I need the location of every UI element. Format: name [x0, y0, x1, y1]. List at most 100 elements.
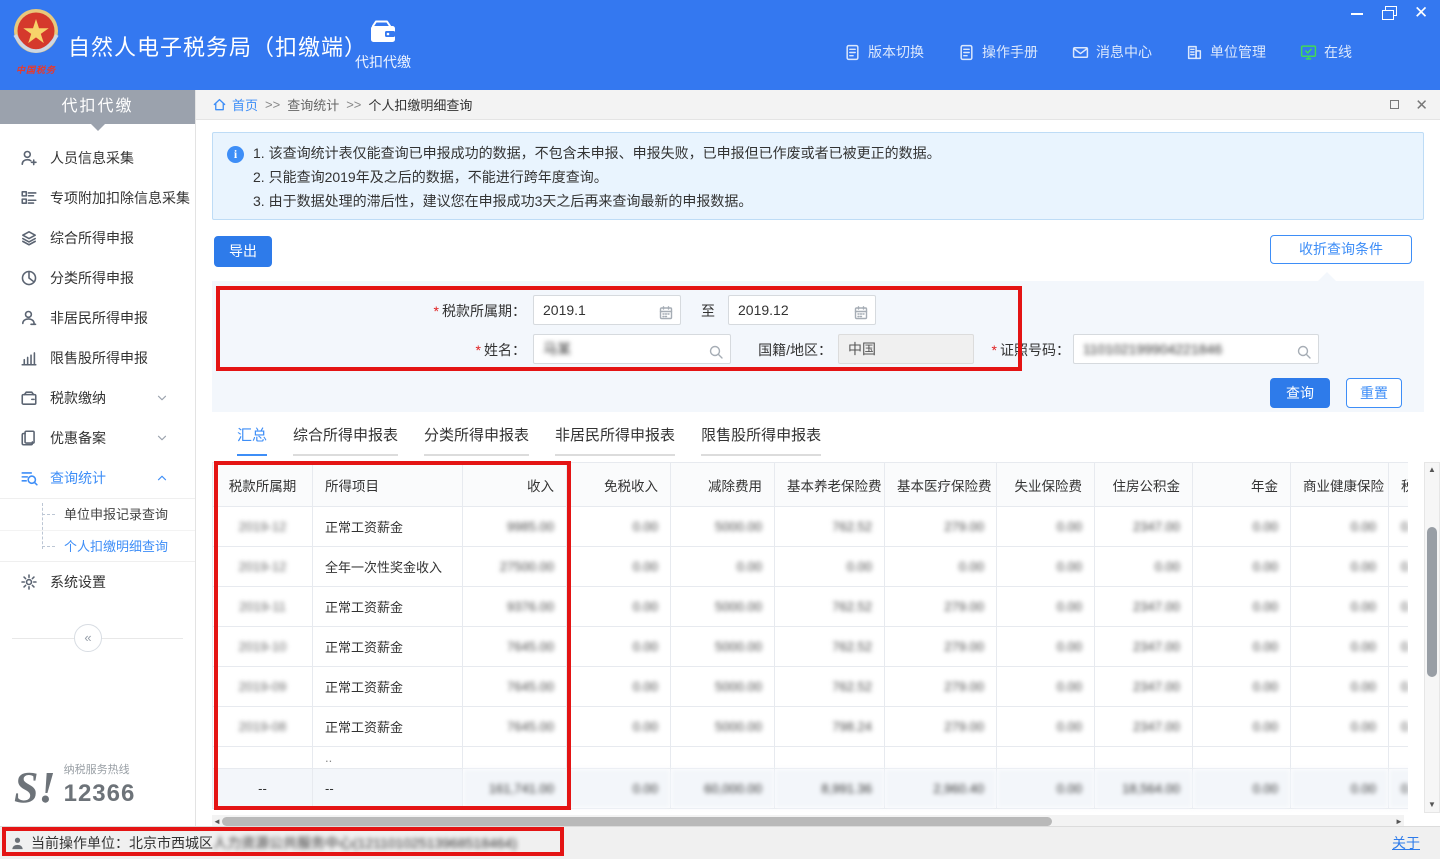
cell-value: 0.00: [1291, 587, 1389, 627]
table-summary-row[interactable]: ----161,741.000.0060,000.008,991.362,960…: [213, 769, 1409, 809]
table-row[interactable]: 2019-08正常工资薪金7645.000.005000.00798.24279…: [213, 707, 1409, 747]
panel-maximize-icon[interactable]: [1390, 100, 1399, 109]
scroll-down-icon[interactable]: ▼: [1425, 798, 1439, 812]
chevron-up-icon: [155, 471, 169, 485]
header-nav-单位管理[interactable]: 单位管理: [1186, 42, 1266, 62]
close-icon[interactable]: ✕: [1414, 6, 1428, 20]
cell-value: 0.00: [1291, 547, 1389, 587]
cell-value: [1291, 747, 1389, 769]
sidebar-item-label: 分类所得申报: [50, 268, 181, 288]
sidebar-item-分类所得申报[interactable]: 分类所得申报: [0, 258, 195, 298]
tab-非居民所得申报表[interactable]: 非居民所得申报表: [555, 424, 675, 456]
monitor-icon: [1300, 44, 1317, 61]
sidebar-item-税款缴纳[interactable]: 税款缴纳: [0, 378, 195, 418]
cell-value: 279.00: [885, 587, 997, 627]
result-tabs: 汇总综合所得申报表分类所得申报表非居民所得申报表限售股所得申报表: [212, 424, 821, 456]
table-row[interactable]: 2019-12全年一次性奖金收入27500.000.000.000.000.00…: [213, 547, 1409, 587]
result-table-wrap: 税款所属期所得项目收入免税收入减除费用基本养老保险费基本医疗保险费失业保险费住房…: [212, 462, 1408, 813]
nav-label: 单位管理: [1210, 42, 1266, 62]
window-controls: ✕: [1350, 6, 1428, 20]
sidebar-item-限售股所得申报[interactable]: 限售股所得申报: [0, 338, 195, 378]
sidebar-item-专项附加扣除信息采集[interactable]: 专项附加扣除信息采集: [0, 178, 195, 218]
name-input[interactable]: 马某: [533, 334, 731, 364]
sidebar-item-label: 专项附加扣除信息采集: [50, 188, 190, 208]
period-from-input[interactable]: 2019.1: [533, 295, 681, 325]
cell-value: 2347.00: [1095, 667, 1193, 707]
cell-value: 0.: [1389, 507, 1409, 547]
sidebar-subitem-单位申报记录查询[interactable]: 单位申报记录查询: [0, 499, 195, 530]
gear-icon: [20, 573, 38, 591]
search-icon[interactable]: [708, 341, 724, 357]
module-tab-daikoudaijiao[interactable]: 代扣代缴: [348, 18, 418, 72]
table-row[interactable]: 2019-11正常工资薪金9376.000.005000.00762.52279…: [213, 587, 1409, 627]
vertical-scroll-thumb[interactable]: [1427, 527, 1437, 677]
query-button[interactable]: 查询: [1270, 378, 1330, 408]
tab-综合所得申报表[interactable]: 综合所得申报表: [293, 424, 398, 456]
panel-close-icon[interactable]: ✕: [1415, 96, 1428, 114]
header-nav-消息中心[interactable]: 消息中心: [1072, 42, 1152, 62]
id-number-input[interactable]: 110102199904221846: [1073, 334, 1319, 364]
header-nav-版本切换[interactable]: 版本切换: [844, 42, 924, 62]
cell-value: 0.00: [567, 769, 671, 809]
table-row[interactable]: 2019-09正常工资薪金7645.000.005000.00762.52279…: [213, 667, 1409, 707]
vertical-scrollbar[interactable]: ▲ ▼: [1424, 462, 1440, 813]
column-header-商业健康保险: 商业健康保险: [1291, 463, 1389, 507]
sidebar-subitem-个人扣缴明细查询[interactable]: 个人扣缴明细查询: [0, 530, 195, 561]
sidebar-item-label: 系统设置: [50, 572, 181, 592]
sidebar-item-人员信息采集[interactable]: 人员信息采集: [0, 138, 195, 178]
cell-period: 2019-12: [213, 507, 313, 547]
cell-value: 0.00: [1291, 627, 1389, 667]
sidebar-item-查询统计[interactable]: 查询统计: [0, 458, 195, 498]
cell-period: 2019-11: [213, 587, 313, 627]
table-row[interactable]: 2019-10正常工资薪金7645.000.005000.00762.52279…: [213, 627, 1409, 667]
export-button[interactable]: 导出: [214, 236, 272, 267]
header-nav-在线[interactable]: 在线: [1300, 42, 1352, 62]
sidebar-item-settings[interactable]: 系统设置: [0, 562, 195, 602]
cell-income-item: 正常工资薪金: [313, 707, 463, 747]
table-header-row: 税款所属期所得项目收入免税收入减除费用基本养老保险费基本医疗保险费失业保险费住房…: [213, 463, 1409, 507]
reset-button[interactable]: 重置: [1346, 378, 1402, 408]
cell-value: [567, 747, 671, 769]
breadcrumb-home[interactable]: 首页: [232, 95, 258, 114]
column-header-住房公积金: 住房公积金: [1095, 463, 1193, 507]
breadcrumb-level1[interactable]: 查询统计: [287, 95, 339, 114]
cell-value: 0.: [1389, 707, 1409, 747]
tab-汇总[interactable]: 汇总: [237, 424, 267, 456]
cell-value: 0.00: [1291, 769, 1389, 809]
calendar-icon[interactable]: [853, 302, 869, 318]
cell-value: 0.00: [997, 707, 1095, 747]
cell-value: 0.: [1389, 667, 1409, 707]
table-row[interactable]: 2019-12正常工资薪金9985.000.005000.00762.52279…: [213, 507, 1409, 547]
about-link[interactable]: 关于: [1392, 833, 1420, 853]
tab-分类所得申报表[interactable]: 分类所得申报表: [424, 424, 529, 456]
operating-unit-label: 当前操作单位：: [31, 833, 129, 853]
cell-income-item: 正常工资薪金: [313, 667, 463, 707]
collapse-query-button[interactable]: 收折查询条件: [1270, 235, 1412, 264]
scroll-up-icon[interactable]: ▲: [1425, 463, 1439, 477]
sidebar-item-非居民所得申报[interactable]: 非居民所得申报: [0, 298, 195, 338]
search-icon[interactable]: [1296, 341, 1312, 357]
sidebar-collapse-button[interactable]: «: [74, 624, 102, 652]
sidebar-item-综合所得申报[interactable]: 综合所得申报: [0, 218, 195, 258]
cell-value: 5000.00: [671, 707, 775, 747]
period-to-input[interactable]: 2019.12: [728, 295, 876, 325]
result-table: 税款所属期所得项目收入免税收入减除费用基本养老保险费基本医疗保险费失业保险费住房…: [212, 462, 1408, 809]
restore-icon[interactable]: [1382, 6, 1396, 20]
header-nav-操作手册[interactable]: 操作手册: [958, 42, 1038, 62]
sidebar-item-优惠备案[interactable]: 优惠备案: [0, 418, 195, 458]
calendar-icon[interactable]: [658, 302, 674, 318]
horizontal-scroll-thumb[interactable]: [222, 817, 1052, 826]
app-title: 自然人电子税务局（扣缴端）: [68, 30, 367, 62]
table-row-clipped[interactable]: ..: [213, 747, 1409, 769]
minimize-icon[interactable]: [1350, 6, 1364, 20]
cell-value: 0.00: [567, 707, 671, 747]
name-label: *姓名：: [212, 340, 526, 360]
cell-value: 0.00: [567, 627, 671, 667]
cell-value: 0.00: [567, 507, 671, 547]
home-icon[interactable]: [212, 97, 227, 112]
cell-value: 7645.00: [463, 667, 567, 707]
nav-label: 消息中心: [1096, 42, 1152, 62]
cell-value: 161,741.00: [463, 769, 567, 809]
tab-限售股所得申报表[interactable]: 限售股所得申报表: [701, 424, 821, 456]
cell-period: 2019-09: [213, 667, 313, 707]
